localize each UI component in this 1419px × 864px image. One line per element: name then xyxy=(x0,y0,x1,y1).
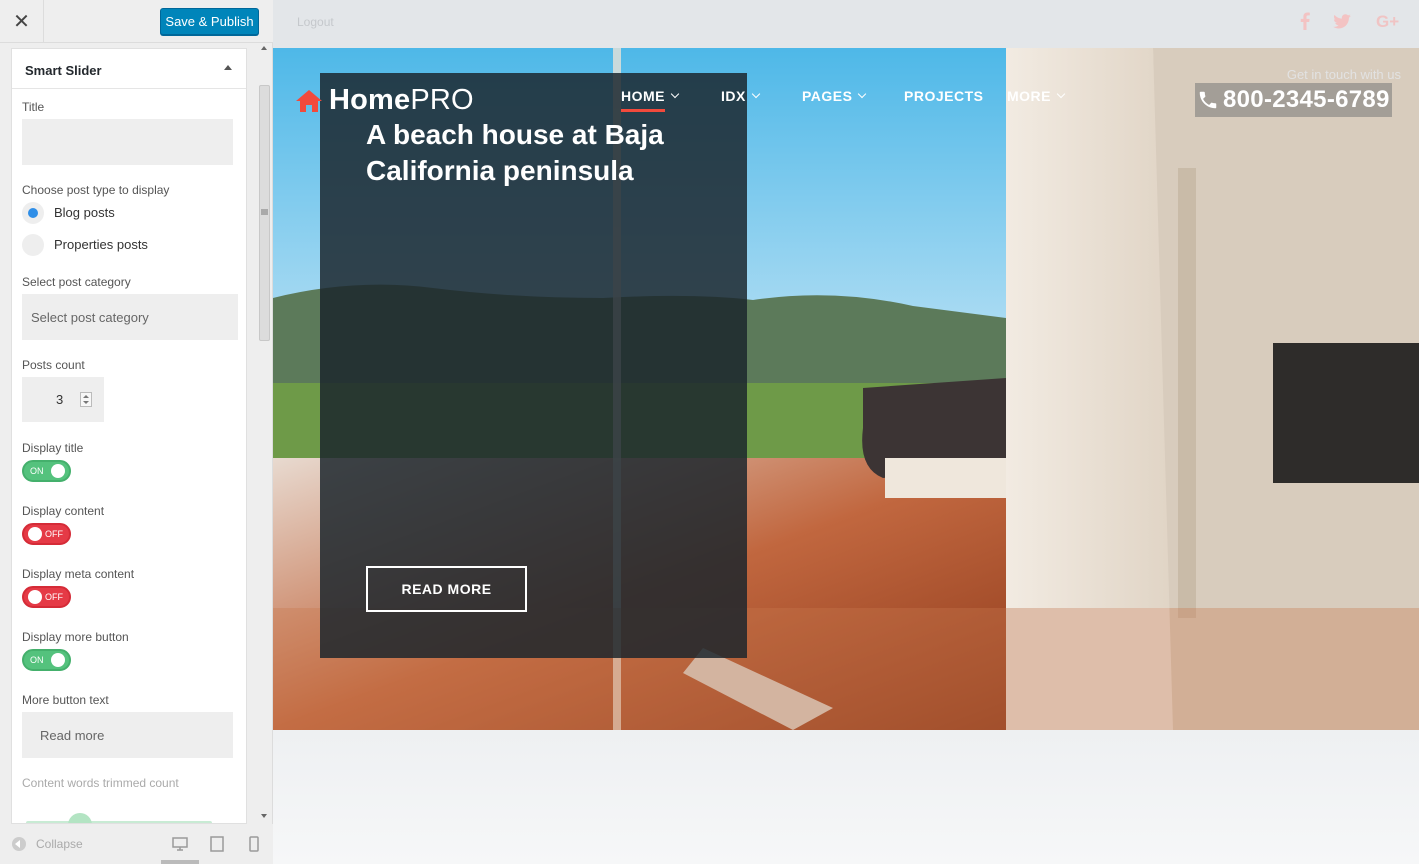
trim-count-label: Content words trimmed count xyxy=(22,776,179,790)
contact-tagline: Get in touch with us xyxy=(1286,67,1401,82)
close-icon[interactable]: ✕ xyxy=(0,0,44,43)
section-header[interactable]: Smart Slider xyxy=(12,49,246,89)
nav-label: MORE xyxy=(1007,88,1051,104)
twitter-icon[interactable] xyxy=(1333,14,1351,29)
customizer-footer: Collapse xyxy=(0,824,273,864)
logo-text-light: PRO xyxy=(410,84,474,116)
toggle-state: OFF xyxy=(45,592,63,602)
radio-properties-posts-label[interactable]: Properties posts xyxy=(54,237,148,252)
display-title-label: Display title xyxy=(22,441,84,455)
toggle-knob xyxy=(28,527,42,541)
scrollbar-thumb[interactable] xyxy=(259,85,270,341)
chevron-down-icon xyxy=(858,89,867,99)
stepper-arrows-icon[interactable] xyxy=(80,392,92,407)
more-text-label: More button text xyxy=(22,693,109,707)
toggle-state: ON xyxy=(30,466,44,476)
grip-icon xyxy=(261,209,268,215)
nav-label: IDX xyxy=(721,88,746,104)
smart-slider-panel: Smart Slider Title Choose post type to d… xyxy=(11,48,247,824)
radio-properties-posts[interactable] xyxy=(22,234,44,256)
active-device-indicator xyxy=(161,860,199,864)
display-content-label: Display content xyxy=(22,504,105,518)
display-content-toggle[interactable]: OFF xyxy=(22,523,71,545)
display-title-toggle[interactable]: ON xyxy=(22,460,71,482)
logo-text-bold: Home xyxy=(329,84,411,116)
display-meta-toggle[interactable]: OFF xyxy=(22,586,71,608)
logo-text: HomePRO xyxy=(329,84,474,117)
posts-count-stepper[interactable]: 3 xyxy=(22,377,104,422)
collapse-caret-icon[interactable] xyxy=(224,65,232,70)
title-input[interactable] xyxy=(22,119,233,165)
content-area-below-slider xyxy=(273,730,1419,864)
posts-count-value: 3 xyxy=(56,392,64,407)
more-text-input[interactable]: Read more xyxy=(22,712,233,758)
display-more-label: Display more button xyxy=(22,630,129,644)
slider-caption-panel: A beach house at Baja California peninsu… xyxy=(320,73,747,658)
save-publish-button[interactable]: Save & Publish xyxy=(160,8,259,35)
top-utility-bar: Logout G+ xyxy=(273,0,1419,48)
nav-item-home[interactable]: HOME xyxy=(621,88,680,112)
display-more-toggle[interactable]: ON xyxy=(22,649,71,671)
desktop-preview-icon[interactable] xyxy=(172,836,188,852)
scroll-up-icon[interactable] xyxy=(261,46,267,50)
house-icon xyxy=(296,89,322,112)
tablet-preview-icon[interactable] xyxy=(210,836,224,852)
customizer-header: ✕ Save & Publish xyxy=(0,0,273,43)
nav-label: HOME xyxy=(621,88,665,104)
nav-label: PROJECTS xyxy=(904,88,984,104)
phone-number[interactable]: 800-2345-6789 xyxy=(1195,83,1392,117)
phone-number-text: 800-2345-6789 xyxy=(1223,86,1390,113)
site-logo[interactable]: HomePRO xyxy=(295,84,474,117)
customizer-sidebar: ✕ Save & Publish Smart Slider Title Choo… xyxy=(0,0,273,864)
posts-count-label: Posts count xyxy=(22,358,85,372)
collapse-label: Collapse xyxy=(36,837,83,851)
post-type-label: Choose post type to display xyxy=(22,183,170,197)
nav-label: PAGES xyxy=(802,88,853,104)
toggle-state: ON xyxy=(30,655,44,665)
facebook-icon[interactable] xyxy=(1300,12,1310,30)
google-plus-icon[interactable]: G+ xyxy=(1376,12,1399,32)
category-label: Select post category xyxy=(22,275,131,289)
collapse-arrow-icon xyxy=(12,837,26,851)
chevron-down-icon xyxy=(1056,89,1066,99)
display-meta-label: Display meta content xyxy=(22,567,135,581)
read-more-button[interactable]: READ MORE xyxy=(366,566,527,612)
nav-item-projects[interactable]: PROJECTS xyxy=(904,88,983,104)
section-title: Smart Slider xyxy=(25,63,102,78)
radio-blog-posts[interactable] xyxy=(22,202,44,224)
chevron-down-icon xyxy=(751,89,761,99)
sidebar-scrollbar[interactable] xyxy=(258,43,272,821)
nav-item-idx[interactable]: IDX xyxy=(721,88,761,104)
toggle-state: OFF xyxy=(45,529,63,539)
nav-item-more[interactable]: MORE xyxy=(1007,88,1066,104)
mobile-preview-icon[interactable] xyxy=(249,836,259,852)
trim-count-slider[interactable] xyxy=(22,811,212,824)
logout-link[interactable]: Logout xyxy=(297,15,334,29)
chevron-down-icon xyxy=(670,89,680,99)
toggle-knob xyxy=(51,464,65,478)
scroll-down-icon[interactable] xyxy=(261,814,267,818)
site-preview: Logout G+ A beach house at Baja Californ… xyxy=(273,0,1419,864)
category-select[interactable]: Select post category xyxy=(22,294,238,340)
slide-title[interactable]: A beach house at Baja California peninsu… xyxy=(366,117,726,189)
toggle-knob xyxy=(51,653,65,667)
phone-icon xyxy=(1199,91,1217,109)
radio-blog-posts-label[interactable]: Blog posts xyxy=(54,205,115,220)
title-label: Title xyxy=(22,100,45,114)
toggle-knob xyxy=(28,590,42,604)
nav-item-pages[interactable]: PAGES xyxy=(802,88,867,104)
collapse-button[interactable]: Collapse xyxy=(12,837,83,851)
